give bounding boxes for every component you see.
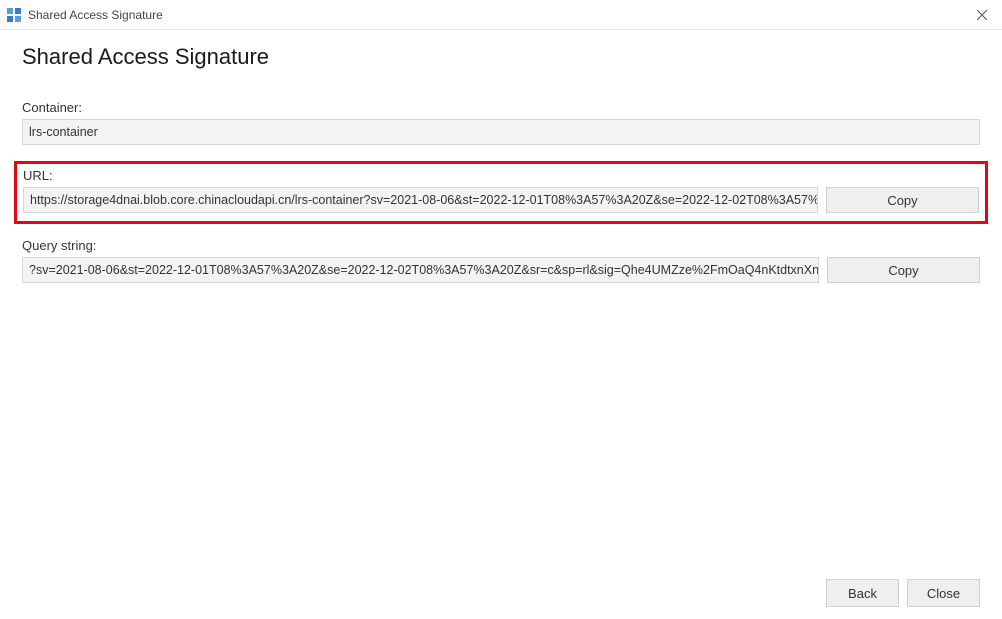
container-label: Container: xyxy=(22,100,980,115)
query-field-group: Query string: ?sv=2021-08-06&st=2022-12-… xyxy=(22,238,980,283)
page-title: Shared Access Signature xyxy=(22,44,980,70)
query-value[interactable]: ?sv=2021-08-06&st=2022-12-01T08%3A57%3A2… xyxy=(22,257,819,283)
window-close-button[interactable] xyxy=(962,0,1002,30)
app-icon xyxy=(6,7,22,23)
close-icon xyxy=(977,10,987,20)
container-value[interactable]: lrs-container xyxy=(22,119,980,145)
url-label: URL: xyxy=(23,168,979,183)
url-value[interactable]: https://storage4dnai.blob.core.chinaclou… xyxy=(23,187,818,213)
back-button[interactable]: Back xyxy=(826,579,899,607)
query-label: Query string: xyxy=(22,238,980,253)
url-copy-button[interactable]: Copy xyxy=(826,187,979,213)
close-button[interactable]: Close xyxy=(907,579,980,607)
dialog-content: Shared Access Signature Container: lrs-c… xyxy=(0,30,1002,283)
container-field-group: Container: lrs-container xyxy=(22,100,980,145)
url-field-group: URL: https://storage4dnai.blob.core.chin… xyxy=(23,168,979,213)
titlebar: Shared Access Signature xyxy=(0,0,1002,30)
dialog-footer: Back Close xyxy=(826,579,980,607)
titlebar-text: Shared Access Signature xyxy=(28,8,163,22)
query-copy-button[interactable]: Copy xyxy=(827,257,980,283)
url-highlight-box: URL: https://storage4dnai.blob.core.chin… xyxy=(14,161,988,224)
